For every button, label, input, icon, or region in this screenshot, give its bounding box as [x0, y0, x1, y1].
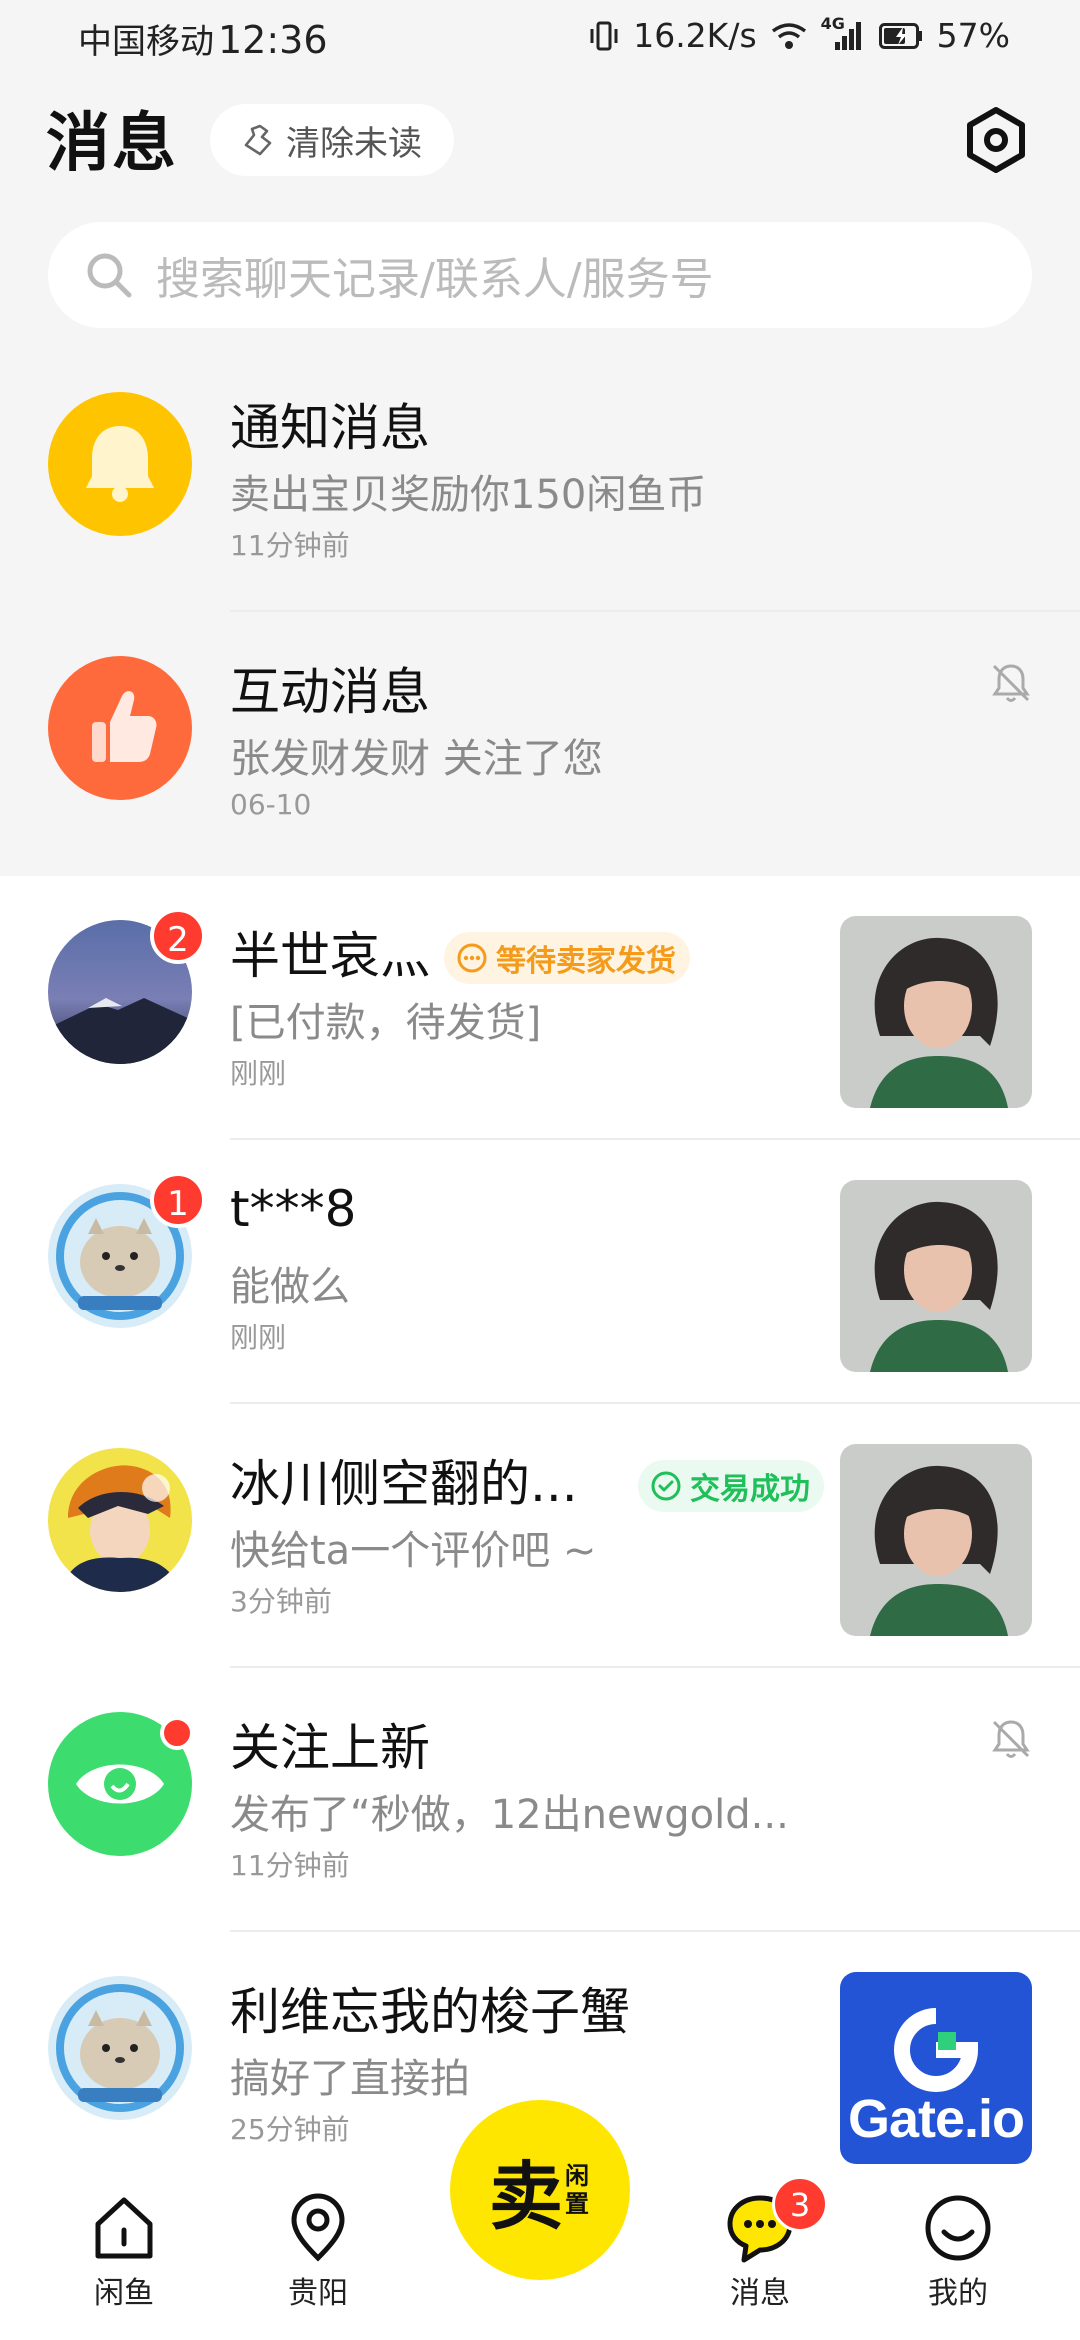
conversation-time: 刚刚	[230, 1321, 287, 1354]
carrier-label: 中国移动	[78, 22, 214, 62]
location-icon	[291, 2193, 345, 2262]
avatar	[48, 392, 192, 536]
conversation-name: 利维忘我的梭子蟹	[230, 1983, 630, 2041]
conversation-name: 通知消息	[230, 399, 430, 457]
item-thumbnail	[840, 1180, 1032, 1372]
smile-icon	[925, 2195, 991, 2261]
nav-label: 消息	[730, 2276, 790, 2311]
nav-label: 闲鱼	[94, 2276, 154, 2311]
conversation-name: 关注上新	[230, 1719, 430, 1777]
conversation-preview: 张发财发财 关注了您	[230, 736, 603, 782]
avatar: 2	[48, 908, 206, 1064]
wifi-icon	[771, 22, 806, 49]
sell-main-label: 卖	[489, 2153, 563, 2240]
portrait-photo	[840, 916, 1032, 1108]
conversation-name: 互动消息	[230, 663, 430, 721]
conversation-preview: 卖出宝贝奖励你150闲鱼币	[230, 472, 707, 518]
conversation-preview: 能做么	[230, 1264, 350, 1310]
search-icon	[87, 253, 132, 298]
nav-item-profile[interactable]: 我的	[878, 2190, 1038, 2312]
nav-item-home[interactable]: 闲鱼	[44, 2190, 204, 2312]
unread-badge: 1	[150, 1172, 206, 1228]
header: 消息 清除未读	[0, 92, 1080, 188]
conversation-time: 刚刚	[230, 1057, 287, 1090]
nav-unread-badge: 3	[772, 2176, 828, 2232]
clear-unread-button[interactable]: 清除未读	[210, 104, 454, 176]
list-item-chat[interactable]: 2 半世哀灬 等待卖家发货 [已付款，待发货] 刚刚	[0, 876, 1080, 1140]
search-placeholder: 搜索聊天记录/联系人/服务号	[156, 254, 714, 305]
conversation-time: 06-10	[230, 788, 312, 821]
list-item-interactions[interactable]: 互动消息 张发财发财 关注了您 06-10	[0, 612, 1080, 876]
conversation-time: 11分钟前	[230, 1849, 350, 1882]
conversation-time: 3分钟前	[230, 1585, 332, 1618]
conversation-name: t***8	[230, 1180, 357, 1238]
portrait-photo	[840, 1444, 1032, 1636]
list-item-notifications[interactable]: 通知消息 卖出宝贝奖励你150闲鱼币 11分钟前	[0, 348, 1080, 612]
clock: 12:36	[218, 18, 328, 62]
conversation-preview: [已付款，待发货]	[230, 1000, 542, 1046]
broom-icon	[244, 124, 272, 156]
avatar	[48, 1712, 194, 1856]
conversation-name: 半世哀灬	[230, 927, 430, 985]
pending-icon	[457, 943, 487, 973]
sell-button[interactable]: 卖 闲置	[450, 2100, 630, 2280]
avatar	[48, 1448, 192, 1592]
status-right: 16.2K/s 4G 57%	[589, 14, 1010, 55]
nav-label: 贵阳	[288, 2276, 348, 2311]
portrait-photo	[840, 1180, 1032, 1372]
conversation-time: 25分钟前	[230, 2113, 350, 2146]
search-bar[interactable]: 搜索聊天记录/联系人/服务号	[48, 222, 1032, 328]
list-item-follow-updates[interactable]: 关注上新 发布了“秒做，12出newgold... 11分钟前	[0, 1668, 1080, 1932]
check-circle-icon	[651, 1471, 681, 1501]
avatar: 1	[48, 1172, 206, 1328]
conversation-preview: 快给ta一个评价吧 ~	[230, 1528, 597, 1574]
thumbs-up-icon	[92, 691, 157, 762]
nav-label: 我的	[928, 2276, 988, 2311]
battery-level: 57%	[936, 16, 1010, 55]
page-title: 消息	[46, 107, 178, 181]
tag-label: 交易成功	[690, 1472, 810, 1507]
home-icon	[95, 2197, 153, 2259]
bottom-nav: 闲鱼 贵阳 卖 闲置 消息 3 我的	[0, 2100, 1080, 2340]
thumbnail-logo-text: Gate.io	[847, 2089, 1025, 2149]
unread-dot	[160, 1716, 194, 1750]
clear-unread-label: 清除未读	[286, 123, 422, 164]
order-status-tag: 等待卖家发货	[444, 932, 690, 984]
avatar	[48, 1976, 192, 2120]
seal-astronaut-avatar	[56, 1984, 184, 2112]
tag-label: 等待卖家发货	[496, 944, 676, 979]
list-item-chat[interactable]: 冰川侧空翻的... 交易成功 快给ta一个评价吧 ~ 3分钟前	[0, 1404, 1080, 1668]
status-left: 中国移动 12:36	[78, 14, 328, 63]
sell-sub-label: 闲置	[565, 2162, 589, 2218]
conversation-name: 冰川侧空翻的...	[230, 1455, 578, 1513]
battery-icon	[878, 22, 922, 49]
bell-icon	[86, 426, 154, 502]
list-item-chat[interactable]: 1 t***8 能做么 刚刚	[0, 1140, 1080, 1404]
avatar	[48, 656, 192, 800]
item-thumbnail	[840, 916, 1032, 1108]
network-speed: 16.2K/s	[633, 16, 757, 55]
cell-signal-icon: 4G	[821, 14, 865, 52]
vibrate-icon	[590, 21, 618, 50]
conversation-time: 11分钟前	[230, 529, 350, 562]
order-status-tag: 交易成功	[638, 1460, 824, 1512]
settings-hex-icon[interactable]	[962, 106, 1030, 174]
mute-bell-icon	[992, 664, 1030, 702]
anime-avatar	[62, 1465, 178, 1592]
item-thumbnail	[840, 1444, 1032, 1636]
nav-item-messages[interactable]: 消息 3	[680, 2176, 840, 2312]
conversation-preview: 发布了“秒做，12出newgold...	[230, 1792, 789, 1838]
unread-badge: 2	[150, 908, 206, 964]
mute-bell-icon	[992, 1720, 1030, 1758]
conversation-preview: 搞好了直接拍	[230, 2056, 470, 2102]
nav-item-location[interactable]: 贵阳	[238, 2190, 398, 2312]
item-thumbnail: Gate.io	[840, 1972, 1032, 2164]
status-bar: 中国移动 12:36 16.2K/s 4G 57%	[0, 0, 1080, 76]
